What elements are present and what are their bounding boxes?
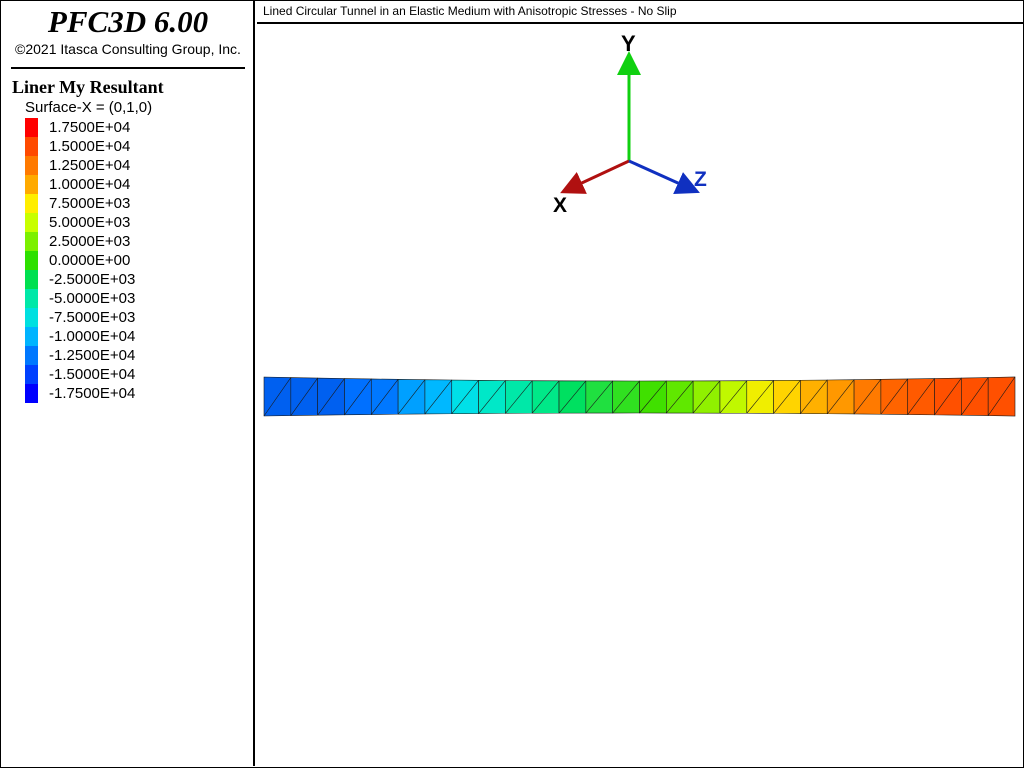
- legend-title: Liner My Resultant: [12, 77, 164, 97]
- legend-label: -1.5000E+04: [49, 366, 136, 383]
- tunnel-liner-band: [263, 376, 1016, 417]
- legend-label: -1.2500E+04: [49, 347, 136, 364]
- y-axis-label: Y: [621, 31, 636, 56]
- legend-swatch: [25, 346, 38, 365]
- legend-swatch: [25, 232, 38, 251]
- legend-label: -1.7500E+04: [49, 385, 136, 402]
- legend-swatch: [25, 175, 38, 194]
- legend-label: 7.5000E+03: [49, 195, 131, 212]
- viewport-canvas[interactable]: Y X Z: [257, 25, 1022, 766]
- legend-label: 1.7500E+04: [49, 119, 131, 136]
- legend-panel: PFC3D 6.00 ©2021 Itasca Consulting Group…: [1, 1, 255, 766]
- legend-label: 2.5000E+03: [49, 233, 131, 250]
- panel-divider: [11, 67, 245, 69]
- app-title: PFC3D 6.00: [47, 4, 209, 39]
- x-axis-label: X: [553, 194, 567, 217]
- legend-label: -7.5000E+03: [49, 309, 136, 326]
- z-axis-label: Z: [694, 168, 707, 191]
- legend-swatch: [25, 384, 38, 403]
- legend-label: 1.2500E+04: [49, 157, 131, 174]
- view-title: Lined Circular Tunnel in an Elastic Medi…: [263, 4, 677, 18]
- legend-swatch: [25, 251, 38, 270]
- legend-swatch: [25, 137, 38, 156]
- legend-swatch: [25, 194, 38, 213]
- view-header: Lined Circular Tunnel in an Elastic Medi…: [257, 1, 1023, 24]
- legend-label: -2.5000E+03: [49, 271, 136, 288]
- legend-swatch: [25, 308, 38, 327]
- legend-subtitle: Surface-X = (0,1,0): [25, 99, 153, 116]
- legend-swatch: [25, 270, 38, 289]
- axis-triad: Y X Z: [553, 31, 707, 217]
- z-axis-arrow: [628, 159, 700, 195]
- legend-label: 1.0000E+04: [49, 176, 131, 193]
- x-axis-arrow: [560, 159, 630, 194]
- legend-label: -5.0000E+03: [49, 290, 136, 307]
- legend-swatch: [25, 365, 38, 384]
- legend-swatch: [25, 213, 38, 232]
- model-viewport[interactable]: Y X Z: [257, 25, 1022, 766]
- legend-swatch: [25, 327, 38, 346]
- legend-label: 0.0000E+00: [49, 252, 131, 269]
- legend-label: -1.0000E+04: [49, 328, 136, 345]
- legend-label: 1.5000E+04: [49, 138, 131, 155]
- legend-swatch: [25, 289, 38, 308]
- legend-swatch: [25, 156, 38, 175]
- copyright-text: ©2021 Itasca Consulting Group, Inc.: [15, 41, 241, 57]
- legend-label: 5.0000E+03: [49, 214, 131, 231]
- legend-swatch: [25, 118, 38, 137]
